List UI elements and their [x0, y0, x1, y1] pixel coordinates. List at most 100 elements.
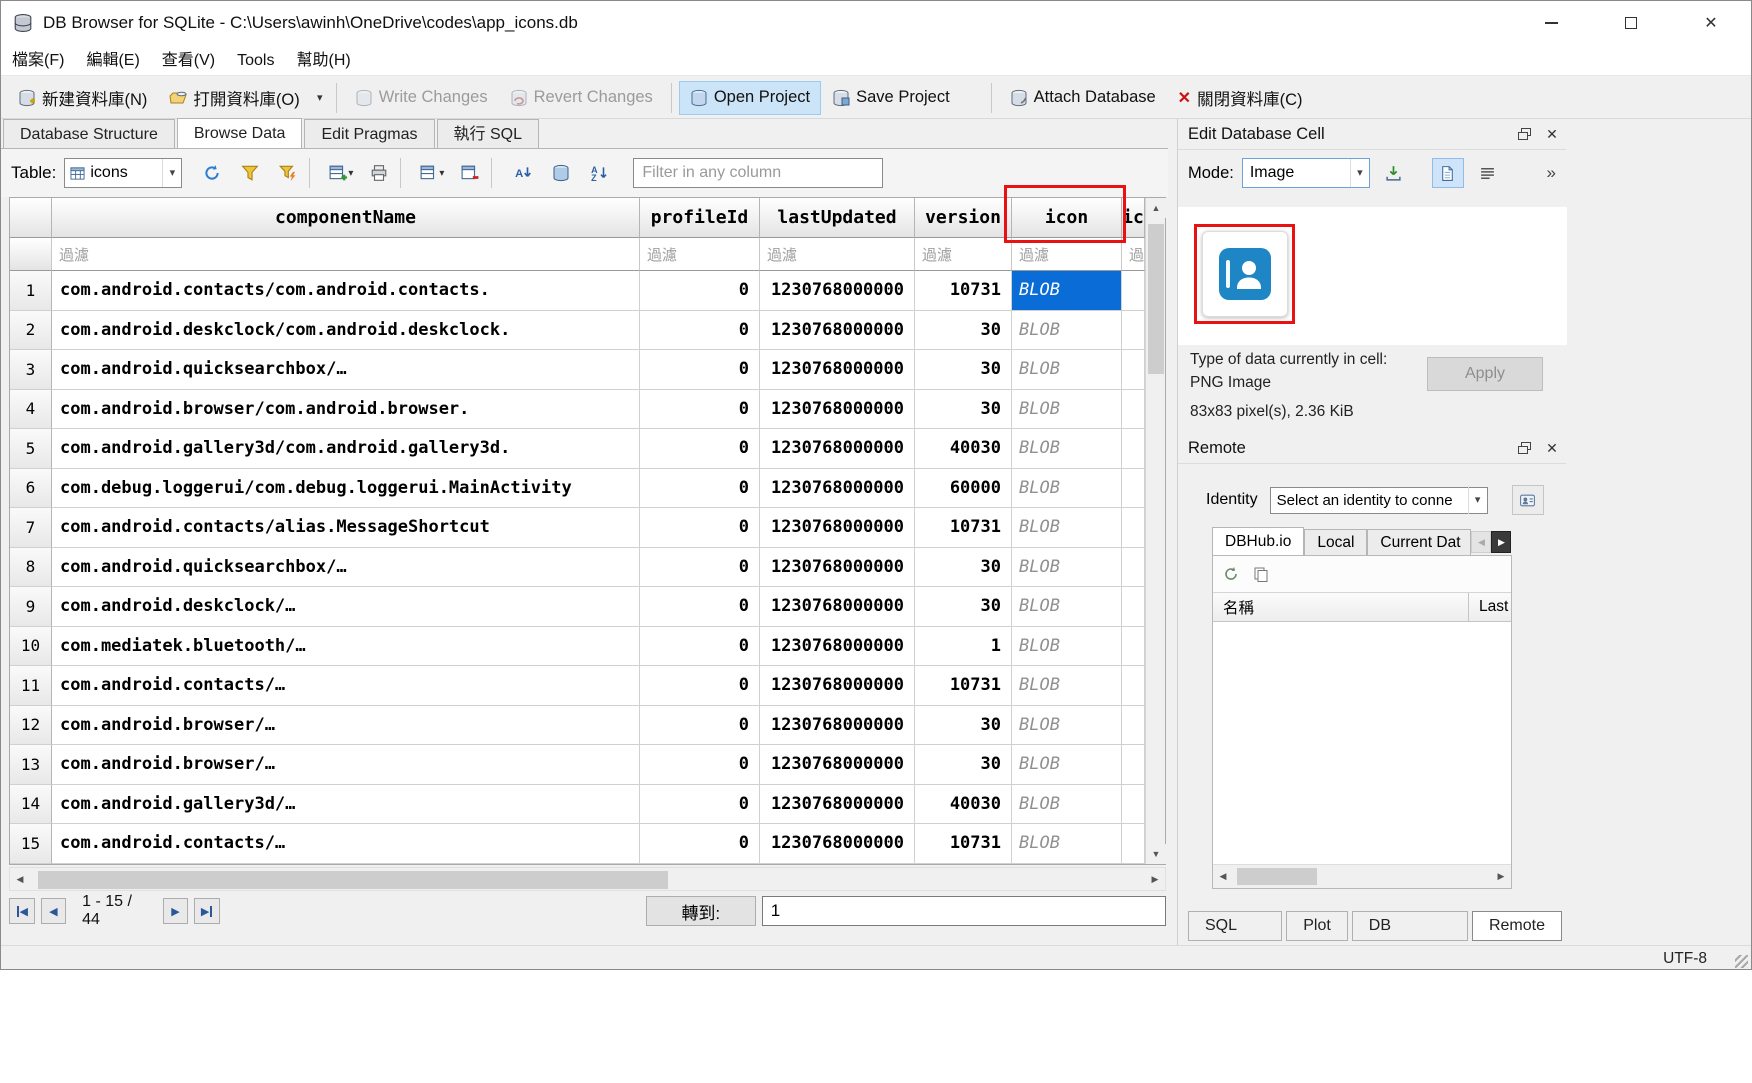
cell-lastupdated[interactable]: 1230768000000 [760, 745, 915, 785]
tab-local[interactable]: Local [1304, 529, 1367, 555]
text-view-button[interactable] [1432, 158, 1464, 188]
menu-tools[interactable]: Tools [226, 45, 285, 76]
cell-lastupdated[interactable]: 1230768000000 [760, 587, 915, 627]
tab-scroll-left-button[interactable]: ◀ [1471, 531, 1491, 553]
blob-image[interactable] [1202, 231, 1288, 317]
cell-lastupdated[interactable]: 1230768000000 [760, 508, 915, 548]
cell-icon-blob[interactable]: BLOB [1012, 587, 1122, 627]
goto-record-input[interactable] [762, 896, 1166, 926]
close-panel-button[interactable]: ✕ [1538, 435, 1566, 461]
clear-filters-button[interactable] [236, 159, 264, 187]
cell-version[interactable]: 30 [915, 706, 1012, 746]
goto-button[interactable]: 轉到: [646, 896, 756, 926]
header-lastupdated[interactable]: lastUpdated [760, 198, 915, 238]
cell-extra[interactable] [1122, 627, 1145, 667]
conditional-filter-button[interactable] [274, 159, 302, 187]
apply-button[interactable]: Apply [1427, 357, 1543, 391]
close-database-button[interactable]: ✕ 關閉資料庫(C) [1167, 81, 1314, 115]
cell-lastupdated[interactable]: 1230768000000 [760, 627, 915, 667]
cell-version[interactable]: 40030 [915, 785, 1012, 825]
previous-page-button[interactable]: ◀ [41, 898, 67, 924]
undock-panel-button[interactable] [1510, 121, 1538, 147]
cell-version[interactable]: 30 [915, 587, 1012, 627]
tab-edit-pragmas[interactable]: Edit Pragmas [304, 119, 434, 148]
scroll-left-button[interactable]: ◀ [1213, 866, 1233, 887]
row-number[interactable]: 2 [10, 311, 52, 351]
cell-icon-blob[interactable]: BLOB [1012, 429, 1122, 469]
cell-lastupdated[interactable]: 1230768000000 [760, 706, 915, 746]
vertical-scrollbar[interactable]: ▲ ▼ [1145, 198, 1165, 864]
cell-lastupdated[interactable]: 1230768000000 [760, 390, 915, 430]
cell-lastupdated[interactable]: 1230768000000 [760, 824, 915, 864]
identity-selector[interactable]: Select an identity to conne ▾ [1270, 487, 1488, 514]
cell-extra[interactable] [1122, 311, 1145, 351]
cell-componentname[interactable]: com.android.contacts/… [52, 824, 640, 864]
identity-settings-button[interactable] [1512, 485, 1544, 515]
cell-profileid[interactable]: 0 [640, 429, 760, 469]
cell-version[interactable]: 60000 [915, 469, 1012, 509]
filter-lastupdated[interactable]: 過濾 [760, 238, 915, 271]
row-number[interactable]: 8 [10, 548, 52, 588]
cell-extra[interactable] [1122, 350, 1145, 390]
menu-view[interactable]: 查看(V) [151, 45, 226, 76]
clone-database-icon[interactable] [1253, 566, 1269, 582]
refresh-button[interactable] [198, 159, 226, 187]
resize-grip[interactable] [1735, 955, 1748, 968]
cell-extra[interactable] [1122, 429, 1145, 469]
cell-version[interactable]: 40030 [915, 429, 1012, 469]
filter-icon-column[interactable]: 過濾 [1012, 238, 1122, 271]
new-database-button[interactable]: 新建資料庫(N) [7, 81, 158, 115]
cell-profileid[interactable]: 0 [640, 587, 760, 627]
menu-help[interactable]: 幫助(H) [285, 45, 361, 76]
last-page-button[interactable]: ▶ [194, 898, 220, 924]
word-wrap-button[interactable] [1472, 158, 1504, 188]
row-number[interactable]: 11 [10, 666, 52, 706]
cell-componentname[interactable]: com.android.browser/… [52, 745, 640, 785]
remote-table-body[interactable] [1213, 622, 1511, 864]
row-number[interactable]: 5 [10, 429, 52, 469]
mode-selector[interactable]: Image ▾ [1242, 158, 1370, 188]
row-number[interactable]: 4 [10, 390, 52, 430]
filter-clipped[interactable]: 過濾 [1122, 238, 1145, 271]
cell-version[interactable]: 10731 [915, 666, 1012, 706]
cell-componentname[interactable]: com.debug.loggerui/com.debug.loggerui.Ma… [52, 469, 640, 509]
cell-componentname[interactable]: com.android.contacts/com.android.contact… [52, 271, 640, 311]
filter-profileid[interactable]: 過濾 [640, 238, 760, 271]
cell-componentname[interactable]: com.android.browser/com.android.browser. [52, 390, 640, 430]
remote-horizontal-scrollbar[interactable]: ◀ ▶ [1213, 864, 1511, 888]
next-page-button[interactable]: ▶ [163, 898, 189, 924]
header-icon[interactable]: icon [1012, 198, 1122, 238]
tab-sql-log[interactable]: SQL Log [1188, 911, 1282, 941]
remote-header-name[interactable]: 名稱 [1213, 593, 1469, 621]
cell-profileid[interactable]: 0 [640, 350, 760, 390]
cell-lastupdated[interactable]: 1230768000000 [760, 350, 915, 390]
import-data-button[interactable] [1378, 158, 1410, 188]
cell-lastupdated[interactable]: 1230768000000 [760, 548, 915, 588]
horizontal-scrollbar-thumb[interactable] [38, 871, 668, 889]
cell-extra[interactable] [1122, 469, 1145, 509]
header-clipped[interactable]: ic [1122, 198, 1145, 238]
sort-ascending-button[interactable]: A [509, 159, 537, 187]
tab-execute-sql[interactable]: 執行 SQL [437, 119, 539, 148]
cell-icon-blob[interactable]: BLOB [1012, 548, 1122, 588]
cell-profileid[interactable]: 0 [640, 627, 760, 667]
cell-version[interactable]: 10731 [915, 508, 1012, 548]
cell-lastupdated[interactable]: 1230768000000 [760, 469, 915, 509]
cell-extra[interactable] [1122, 548, 1145, 588]
row-number[interactable]: 12 [10, 706, 52, 746]
cell-profileid[interactable]: 0 [640, 745, 760, 785]
cell-version[interactable]: 10731 [915, 271, 1012, 311]
cell-componentname[interactable]: com.mediatek.bluetooth/… [52, 627, 640, 667]
header-profileid[interactable]: profileId [640, 198, 760, 238]
header-version[interactable]: version [915, 198, 1012, 238]
cell-icon-blob[interactable]: BLOB [1012, 706, 1122, 746]
row-number[interactable]: 9 [10, 587, 52, 627]
cell-extra[interactable] [1122, 390, 1145, 430]
cell-icon-blob[interactable]: BLOB [1012, 508, 1122, 548]
cell-extra[interactable] [1122, 785, 1145, 825]
sort-columns-button[interactable]: AZ [585, 159, 613, 187]
tab-plot[interactable]: Plot [1286, 911, 1348, 941]
row-number[interactable]: 7 [10, 508, 52, 548]
cell-extra[interactable] [1122, 666, 1145, 706]
encoding-selector[interactable]: UTF-8 [1663, 950, 1707, 968]
